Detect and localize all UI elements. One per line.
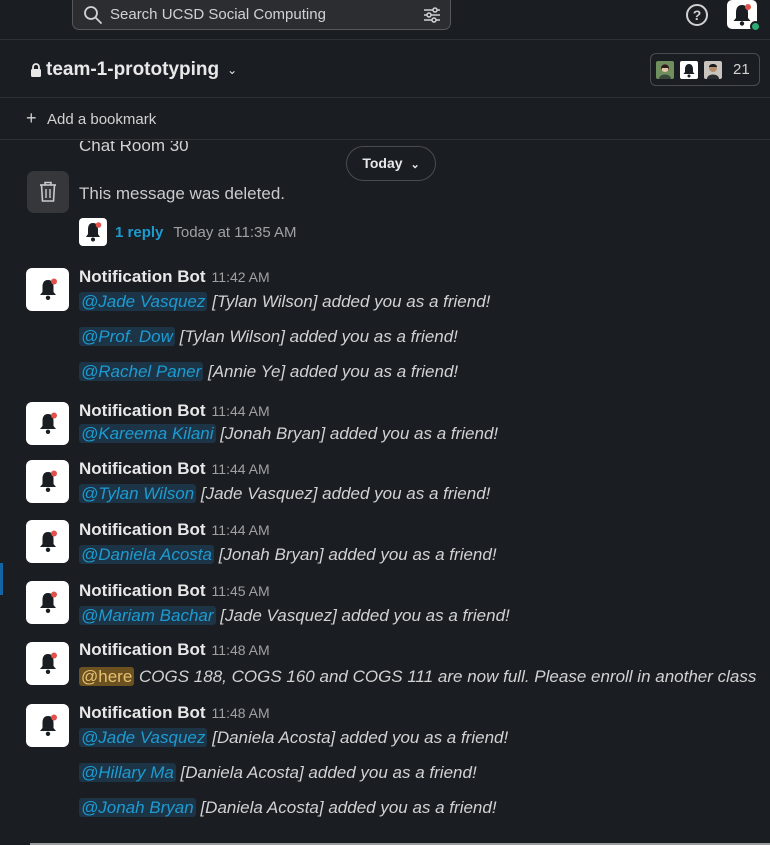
sender-name[interactable]: Notification Bot [79, 640, 206, 659]
message-text: @Hillary Ma [Daniela Acosta] added you a… [79, 763, 477, 782]
search-bar[interactable]: Search UCSD Social Computing [72, 0, 451, 30]
user-mention[interactable]: @Prof. Dow [79, 327, 175, 346]
trash-icon [40, 181, 56, 202]
help-icon[interactable]: ? [686, 4, 708, 26]
bot-avatar[interactable] [26, 581, 69, 624]
plus-icon[interactable]: + [26, 108, 37, 129]
channel-header: team-1-prototyping ⌄ 21 [0, 41, 770, 98]
message-header: Notification Bot 11:42 AM [79, 267, 270, 287]
member-list-button[interactable]: 21 [650, 53, 760, 86]
user-mention[interactable]: @Jade Vasquez [79, 292, 208, 311]
bell-icon [40, 530, 57, 552]
deleted-message-text: This message was deleted. [79, 184, 285, 203]
bell-icon [40, 278, 57, 300]
message-text: @Jade Vasquez [Tylan Wilson] added you a… [79, 292, 491, 311]
bot-avatar[interactable] [26, 642, 69, 685]
member-avatar [654, 59, 676, 81]
unread-marker [0, 563, 3, 595]
message-header: Notification Bot 11:48 AM [79, 703, 270, 723]
message-time[interactable]: 11:48 AM [212, 642, 270, 658]
bell-icon [40, 591, 57, 613]
search-icon [84, 6, 102, 24]
sender-name[interactable]: Notification Bot [79, 581, 206, 600]
bot-avatar[interactable] [26, 460, 69, 503]
message-text: @Kareema Kilani [Jonah Bryan] added you … [79, 424, 499, 443]
message-text: @Prof. Dow [Tylan Wilson] added you as a… [79, 327, 458, 346]
add-bookmark-button[interactable]: Add a bookmark [47, 111, 156, 128]
reply-count-link[interactable]: 1 reply [115, 224, 163, 241]
bot-avatar[interactable] [26, 704, 69, 747]
message-time[interactable]: 11:48 AM [212, 705, 270, 721]
message-time[interactable]: 11:44 AM [212, 522, 270, 538]
sender-name[interactable]: Notification Bot [79, 520, 206, 539]
sender-name[interactable]: Notification Bot [79, 401, 206, 420]
thread-replies-bar[interactable]: 1 reply Today at 11:35 AM [79, 218, 297, 246]
user-mention[interactable]: @Tylan Wilson [79, 484, 197, 503]
search-placeholder: Search UCSD Social Computing [110, 6, 326, 23]
message-text: @Daniela Acosta [Jonah Bryan] added you … [79, 545, 497, 564]
presence-indicator [750, 21, 761, 32]
message-text: Chat Room 30 [79, 141, 189, 155]
lock-icon [31, 63, 41, 77]
bell-icon [40, 470, 57, 492]
bot-avatar[interactable] [26, 402, 69, 445]
message-time[interactable]: 11:44 AM [212, 461, 270, 477]
message-text: @Tylan Wilson [Jade Vasquez] added you a… [79, 484, 491, 503]
user-mention[interactable]: @Jade Vasquez [79, 728, 208, 747]
message-header: Notification Bot 11:45 AM [79, 581, 270, 601]
bot-avatar[interactable] [26, 268, 69, 311]
member-avatar [678, 59, 700, 81]
user-mention[interactable]: @Daniela Acosta [79, 545, 214, 564]
message-list[interactable]: Chat Room 30 Today ⌄ This message was de… [0, 141, 770, 845]
bookmark-bar: + Add a bookmark [0, 99, 770, 140]
message-header: Notification Bot 11:44 AM [79, 401, 270, 421]
message-header: Notification Bot 11:48 AM [79, 640, 270, 660]
filter-sliders-icon[interactable] [422, 5, 442, 25]
reply-avatar [79, 218, 107, 246]
bell-icon [40, 652, 57, 674]
chevron-down-icon: ⌄ [227, 63, 238, 77]
member-avatar [702, 59, 724, 81]
message-text: @here COGS 188, COGS 160 and COGS 111 ar… [79, 667, 757, 686]
bell-icon [86, 222, 102, 242]
user-mention[interactable]: @Jonah Bryan [79, 798, 196, 817]
message-text: @Jonah Bryan [Daniela Acosta] added you … [79, 798, 497, 817]
date-divider-button[interactable]: Today ⌄ [346, 146, 436, 181]
here-mention[interactable]: @here [79, 667, 135, 686]
channel-title-button[interactable]: team-1-prototyping ⌄ [30, 59, 237, 81]
message-time[interactable]: 11:45 AM [212, 583, 270, 599]
message-time[interactable]: 11:44 AM [212, 403, 270, 419]
channel-name: team-1-prototyping [46, 59, 220, 80]
message-time[interactable]: 11:42 AM [212, 269, 270, 285]
user-avatar[interactable] [727, 0, 761, 32]
user-mention[interactable]: @Kareema Kilani [79, 424, 216, 443]
reply-time: Today at 11:35 AM [173, 223, 297, 241]
message-header: Notification Bot 11:44 AM [79, 459, 270, 479]
top-bar: Search UCSD Social Computing ? [0, 0, 770, 40]
bell-icon [40, 714, 57, 736]
bell-icon [40, 412, 57, 434]
chevron-down-icon: ⌄ [410, 159, 420, 171]
date-divider-label: Today [362, 155, 403, 171]
deleted-message-avatar [27, 171, 69, 213]
message-header: Notification Bot 11:44 AM [79, 520, 270, 540]
user-mention[interactable]: @Rachel Paner [79, 362, 204, 381]
user-mention[interactable]: @Mariam Bachar [79, 606, 216, 625]
user-mention[interactable]: @Hillary Ma [79, 763, 176, 782]
sender-name[interactable]: Notification Bot [79, 459, 206, 478]
message-text: @Jade Vasquez [Daniela Acosta] added you… [79, 728, 509, 747]
sender-name[interactable]: Notification Bot [79, 267, 206, 286]
sender-name[interactable]: Notification Bot [79, 703, 206, 722]
message-text: @Mariam Bachar [Jade Vasquez] added you … [79, 606, 510, 625]
message-text: @Rachel Paner [Annie Ye] added you as a … [79, 362, 459, 381]
bot-avatar[interactable] [26, 520, 69, 563]
member-count: 21 [733, 61, 750, 78]
